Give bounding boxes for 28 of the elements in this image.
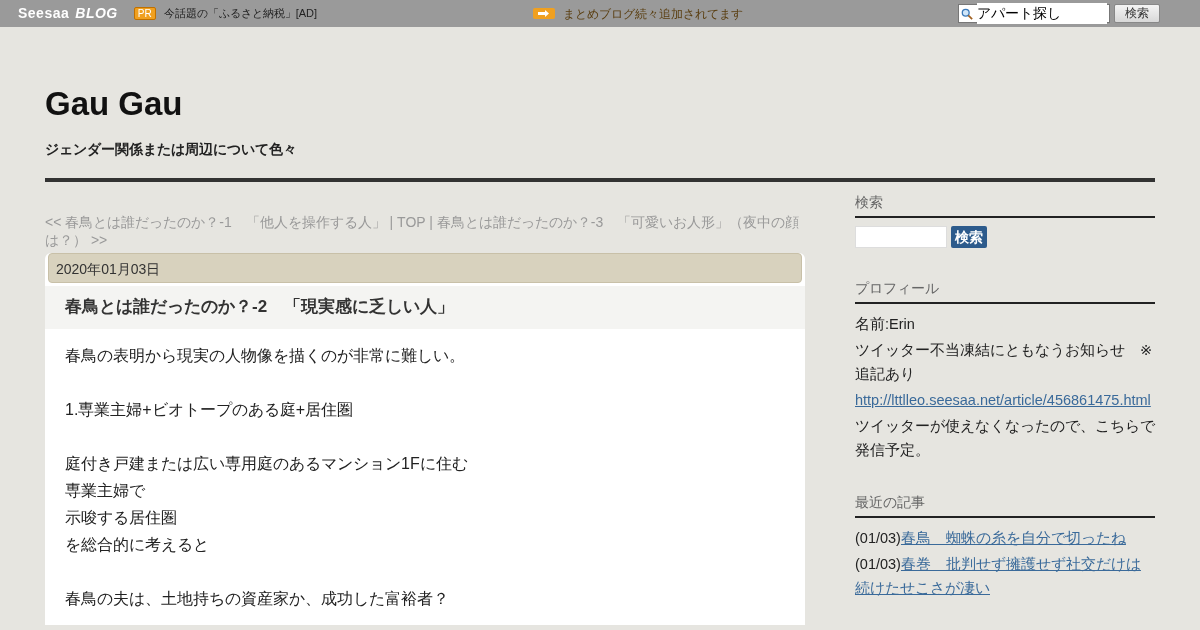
profile-text: ツイッターが使えなくなったので、こちらで発信予定。	[855, 417, 1155, 458]
profile-text: 名前:Erin	[855, 315, 915, 332]
search-button[interactable]: 検索	[1114, 4, 1160, 23]
blog-title[interactable]: Gau Gau	[45, 79, 1155, 129]
body-text: 専業主婦で	[65, 482, 145, 499]
body-text: 春鳥の夫は、土地持ちの資産家か、成功した富裕者？	[65, 590, 449, 607]
search-field[interactable]: アパート探し	[958, 4, 1110, 23]
ad-link[interactable]: 今話題の「ふるさと納税」[AD]	[163, 5, 318, 22]
section-heading: 最近の記事	[855, 491, 1155, 518]
recent-post-item[interactable]: (01/03)春鳥 蜘蛛の糸を自分で切ったね	[855, 525, 1155, 550]
body-text: 1.専業主婦+ビオトープのある庭+居住圏	[65, 401, 354, 418]
body-text: 春鳥の表明から現実の人物像を描くのが非常に難しい。	[65, 347, 465, 364]
post-title: 春鳥とは誰だったのか？-2 「現実感に乏しい人」	[45, 285, 805, 329]
blog-subtitle: ジェンダー関係または周辺について色々	[45, 138, 1155, 182]
pr-badge: PR	[133, 7, 156, 20]
body-text: 示唆する居住圏	[65, 509, 177, 526]
post-date: 2020年01月03日	[48, 252, 802, 283]
search-field[interactable]	[855, 225, 947, 248]
body-text: 庭付き戸建または広い専用庭のあるマンション1Fに住む	[65, 455, 468, 472]
search-button[interactable]: 検索	[951, 225, 987, 248]
notice-link[interactable]: まとめブログ続々追加されてます	[562, 4, 743, 23]
section-heading: 検索	[855, 191, 1155, 218]
body-text: を総合的に考えると	[65, 536, 209, 553]
profile-text: ツイッター不当凍結にともなうお知らせ ※追記あり	[855, 341, 1153, 382]
section-heading: プロフィール	[855, 277, 1155, 304]
recent-post-item[interactable]: (01/03)春巻 批判せず擁護せず社交だけは続けたせこさが凄い	[855, 551, 1155, 600]
search-icon	[961, 6, 973, 21]
profile-link[interactable]: http://lttlleo.seesaa.net/article/456861475.html	[855, 391, 1151, 408]
